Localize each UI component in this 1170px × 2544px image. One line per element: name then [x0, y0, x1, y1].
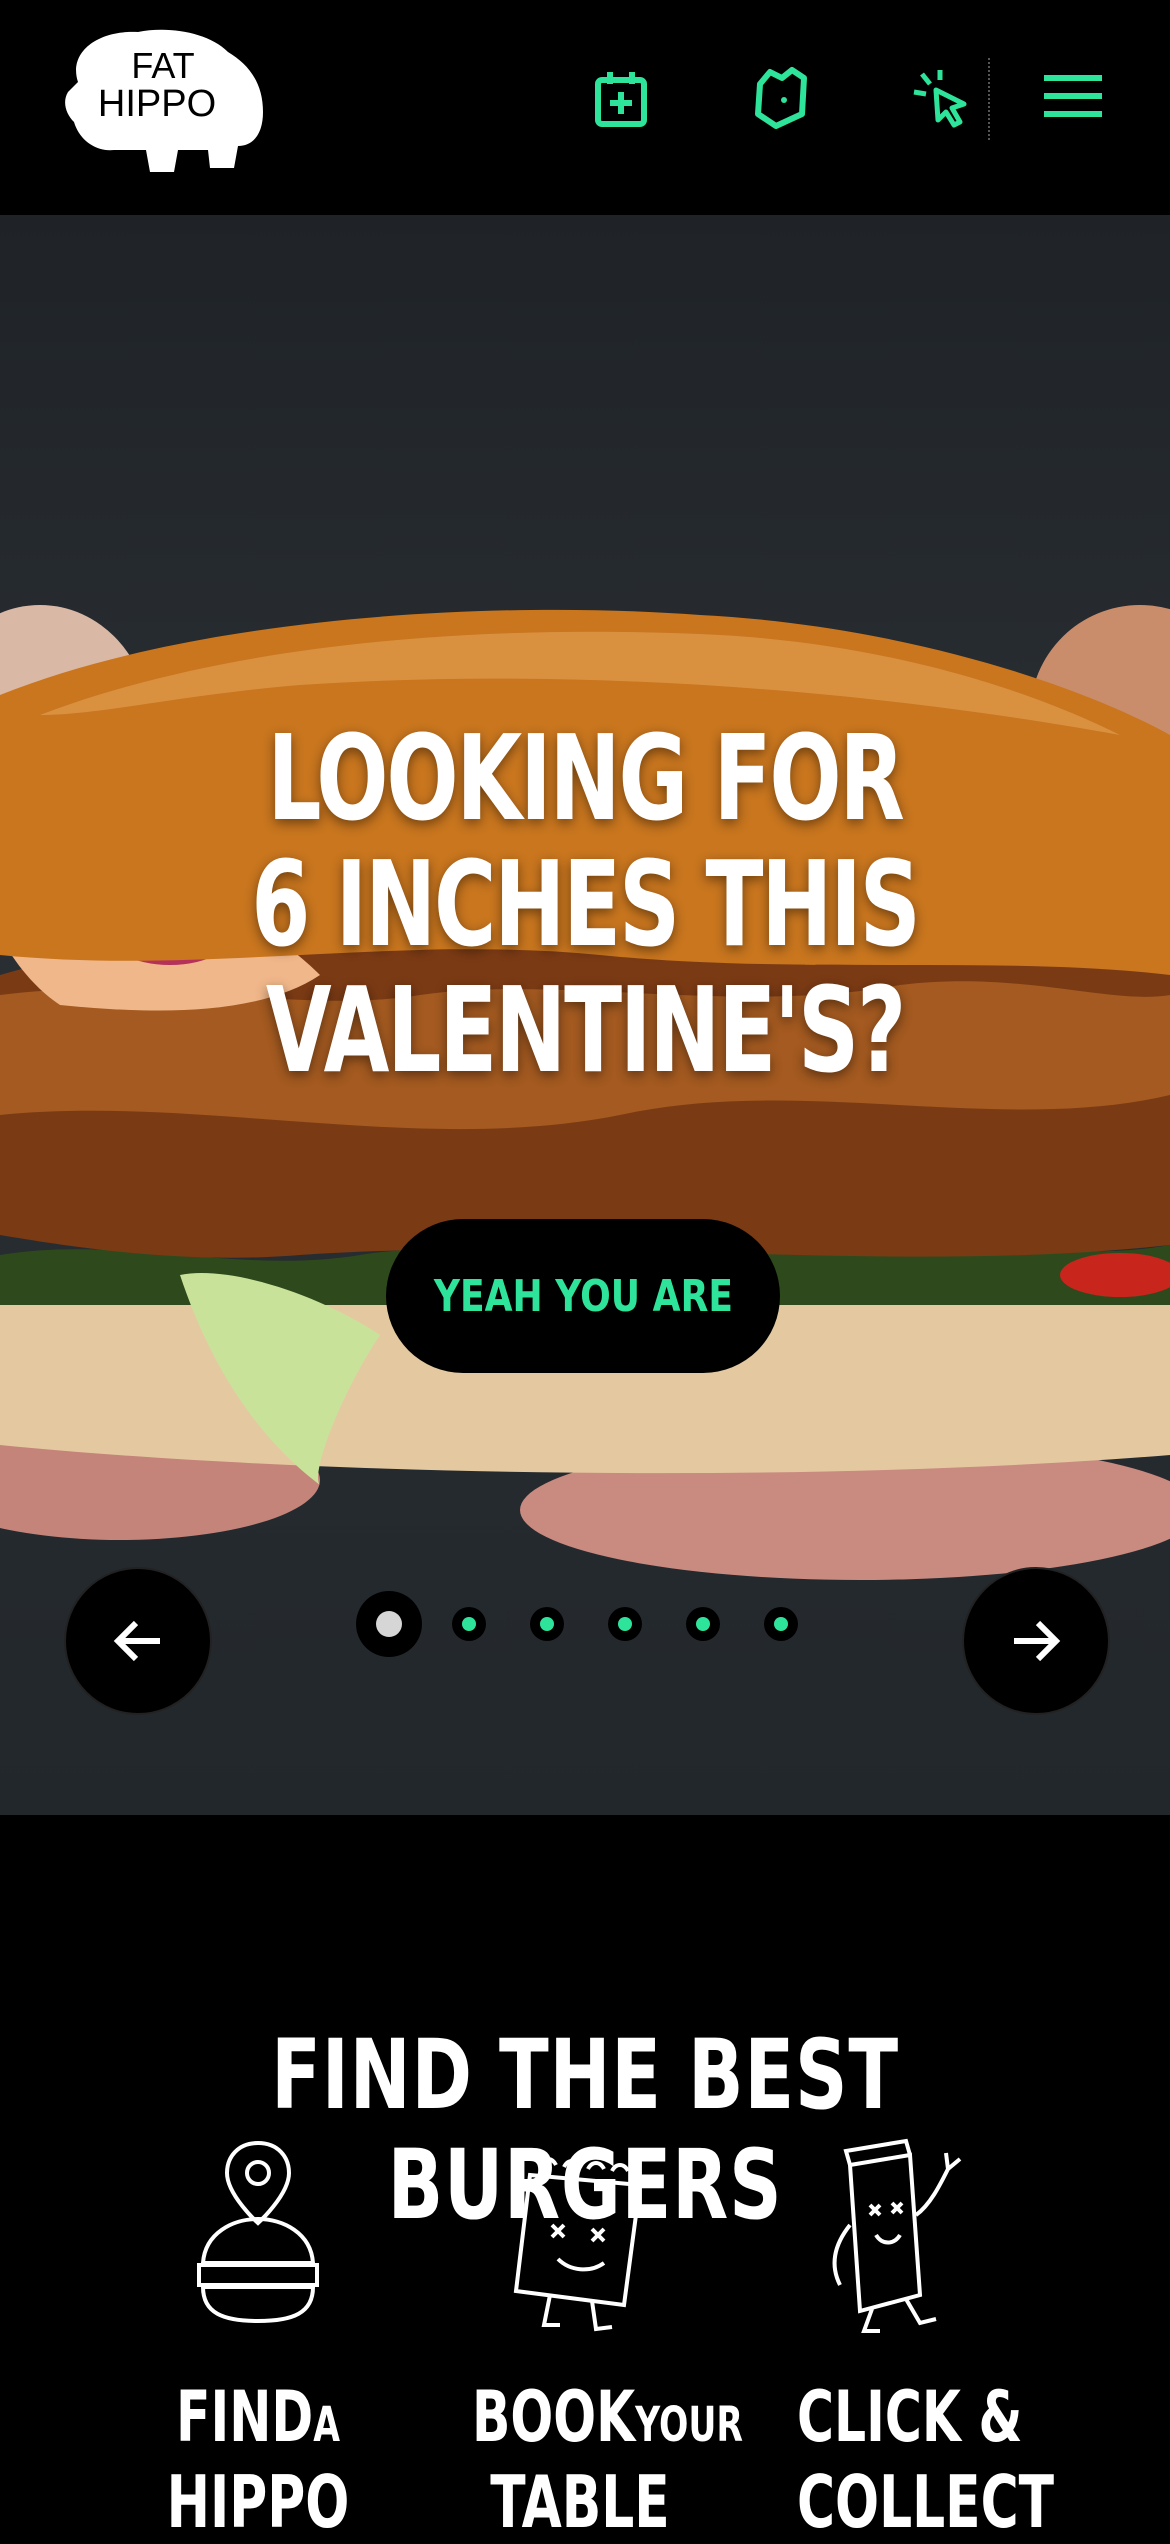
carousel-dot-2[interactable] [452, 1607, 486, 1641]
hero-title: LOOKING FOR 6 INCHES THIS VALENTINE'S? [251, 709, 921, 1099]
calendar-character-icon [513, 2157, 643, 2332]
delivery-bag-icon[interactable] [746, 64, 816, 134]
calendar-plus-icon[interactable] [586, 64, 656, 134]
carousel-dot-1[interactable] [356, 1591, 422, 1657]
feature-click-and-collect[interactable]: CLICK & COLLECT [755, 2135, 1055, 2542]
feature-label-big: FIND [176, 2376, 314, 2458]
hero-carousel: LOOKING FOR 6 INCHES THIS VALENTINE'S? Y… [0, 215, 1170, 1815]
feature-label-line2: HIPPO [166, 2460, 350, 2544]
takeaway-bag-character-icon [832, 2138, 962, 2333]
carousel-dot-3[interactable] [530, 1607, 564, 1641]
carousel-dot-6[interactable] [764, 1607, 798, 1641]
hero-cta-button[interactable]: YEAH YOU ARE [386, 1219, 780, 1373]
carousel-dot-5[interactable] [686, 1607, 720, 1641]
feature-label-big: BOOK [472, 2376, 636, 2458]
feature-label: BOOKYOUR TABLE [430, 2380, 743, 2544]
feature-label: CLICK & COLLECT [755, 2380, 1055, 2542]
logo-text-line1: FAT [131, 45, 194, 86]
feature-label-small: A [313, 2397, 340, 2453]
feature-book-your-table[interactable]: BOOKYOUR TABLE [430, 2135, 743, 2542]
carousel-prev-button[interactable] [64, 1567, 212, 1715]
feature-label-line2: COLLECT [797, 2460, 1055, 2544]
logo-text-line2: HIPPO [98, 83, 216, 125]
header-divider [988, 58, 990, 140]
hero-cta-label: YEAH YOU ARE [433, 1270, 733, 1322]
feature-label-big: CLICK & [797, 2376, 1023, 2458]
burger-location-icon [197, 2140, 319, 2324]
arrow-right-icon [1014, 1620, 1061, 1662]
fat-hippo-logo[interactable]: FAT HIPPO [58, 22, 268, 174]
site-header: FAT HIPPO [0, 0, 1170, 215]
feature-label-small: YOUR [635, 2397, 744, 2453]
carousel-next-button[interactable] [962, 1567, 1110, 1715]
feature-label-line2: TABLE [490, 2460, 670, 2544]
hamburger-menu-icon[interactable] [1038, 64, 1108, 134]
feature-label: FINDA HIPPO [108, 2380, 408, 2542]
feature-find-a-hippo[interactable]: FINDA HIPPO [108, 2135, 408, 2542]
carousel-dot-4[interactable] [608, 1607, 642, 1641]
arrow-left-icon [113, 1620, 160, 1662]
click-collect-icon[interactable] [906, 64, 976, 134]
